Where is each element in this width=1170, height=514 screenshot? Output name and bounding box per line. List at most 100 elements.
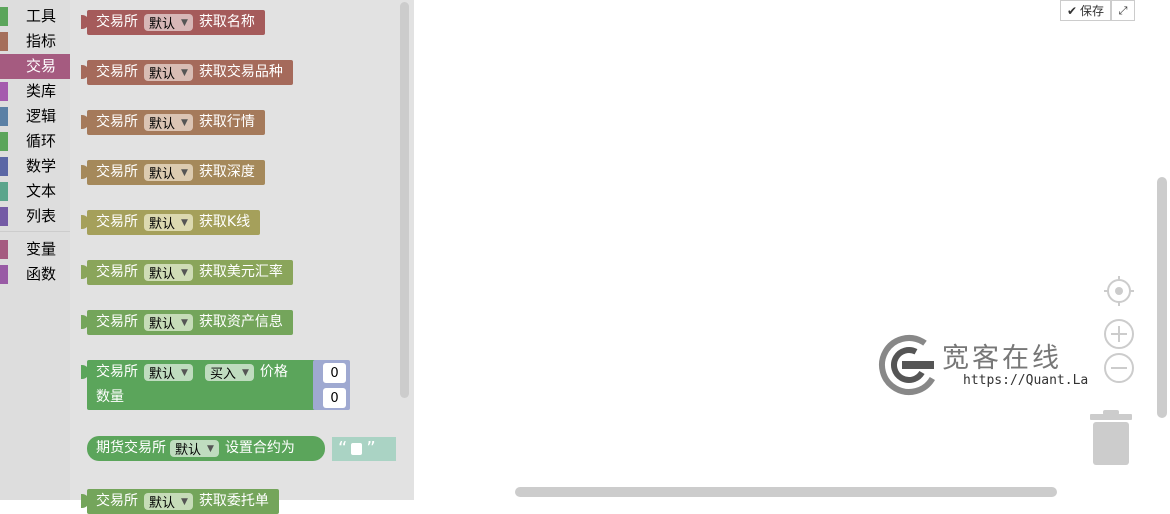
block-label: 交易所 — [96, 114, 138, 130]
block-get-account[interactable]: 交易所 默认 ▼ 获取资产信息 — [81, 310, 293, 335]
logo-url: https://Quant.La — [963, 373, 1089, 388]
category-swatch — [0, 240, 8, 259]
category-swatch — [0, 32, 8, 51]
dropdown-caret-icon: ▼ — [181, 17, 188, 28]
quant-logo-icon — [879, 335, 939, 395]
category-indicators[interactable]: 指标 — [0, 29, 70, 54]
exchange-dropdown[interactable]: 默认 ▼ — [144, 493, 193, 511]
dropdown-value: 默认 — [149, 317, 176, 332]
quantity-input[interactable]: 0 — [323, 388, 346, 408]
block-label: 交易所 — [96, 364, 138, 380]
block-get-kline[interactable]: 交易所 默认 ▼ 获取K线 — [81, 210, 261, 235]
exchange-dropdown[interactable]: 默认 ▼ — [144, 364, 193, 382]
dropdown-value: 默认 — [149, 267, 176, 282]
category-functions[interactable]: 函数 — [0, 262, 70, 287]
category-math[interactable]: 数学 — [0, 154, 70, 179]
block-label: 交易所 — [96, 493, 138, 509]
block-connector — [81, 315, 89, 329]
exchange-dropdown[interactable]: 默认 ▼ — [144, 64, 193, 82]
category-library[interactable]: 类库 — [0, 79, 70, 104]
trash-icon[interactable] — [1089, 409, 1133, 467]
dropdown-value: 默认 — [149, 496, 176, 511]
dropdown-caret-icon: ▼ — [181, 117, 188, 128]
category-loops[interactable]: 循环 — [0, 129, 70, 154]
exchange-dropdown[interactable]: 默认 ▼ — [144, 214, 193, 232]
category-label: 类库 — [26, 82, 57, 100]
dropdown-value: 默认 — [149, 167, 176, 182]
category-trade[interactable]: 交易 — [0, 54, 70, 79]
block-label: 交易所 — [96, 314, 138, 330]
category-swatch — [0, 207, 8, 226]
category-lists[interactable]: 列表 — [0, 204, 70, 229]
block-get-orders[interactable]: 交易所 默认 ▼ 获取委托单 — [81, 489, 279, 514]
dropdown-value: 买入 — [209, 367, 236, 382]
exchange-dropdown[interactable]: 默认 ▼ — [170, 440, 219, 458]
category-label: 交易 — [26, 57, 57, 75]
category-label: 逻辑 — [26, 107, 57, 125]
block-get-ticker[interactable]: 交易所 默认 ▼ 获取行情 — [81, 110, 265, 135]
price-label: 价格 — [259, 364, 288, 380]
dropdown-caret-icon: ▼ — [181, 167, 188, 178]
workspace-canvas[interactable] — [414, 0, 1170, 500]
text-string-block[interactable]: “” — [332, 437, 396, 461]
save-label: 保存 — [1080, 4, 1105, 18]
category-label: 指标 — [26, 32, 57, 50]
dropdown-value: 默认 — [149, 217, 176, 232]
block-get-depth[interactable]: 交易所 默认 ▼ 获取深度 — [81, 160, 265, 185]
flyout-scrollbar[interactable] — [400, 2, 409, 398]
toolbox-separator — [0, 231, 70, 232]
check-icon: ✔ — [1066, 3, 1078, 18]
category-logic[interactable]: 逻辑 — [0, 104, 70, 129]
block-connector — [81, 115, 89, 129]
open-quote-icon: “ — [338, 438, 348, 459]
block-label: 交易所 — [96, 214, 138, 230]
zoom-out-icon[interactable] — [1103, 352, 1135, 384]
category-swatch — [0, 265, 8, 284]
dropdown-value: 默认 — [149, 67, 176, 82]
exchange-dropdown[interactable]: 默认 ▼ — [144, 314, 193, 332]
price-input[interactable]: 0 — [323, 363, 346, 383]
exchange-dropdown[interactable]: 默认 ▼ — [144, 14, 193, 32]
block-label: 交易所 — [96, 164, 138, 180]
block-connector — [81, 215, 89, 229]
block-buy-order[interactable]: 交易所 默认 ▼ 买入 ▼ 价格 数量 — [81, 360, 321, 410]
block-get-usd-rate[interactable]: 交易所 默认 ▼ 获取美元汇率 — [81, 260, 293, 285]
category-label: 函数 — [26, 265, 57, 283]
category-text[interactable]: 文本 — [0, 179, 70, 204]
block-get-name[interactable]: 交易所 默认 ▼ 获取名称 — [81, 10, 265, 35]
side-dropdown[interactable]: 买入 ▼ — [204, 364, 254, 382]
category-label: 数学 — [26, 157, 57, 175]
price-value: 0 — [330, 365, 339, 381]
category-variables[interactable]: 变量 — [0, 237, 70, 262]
quantity-value: 0 — [330, 390, 339, 406]
fullscreen-button[interactable]: ⤢ — [1111, 0, 1135, 21]
block-label: 交易所 — [96, 64, 138, 80]
exchange-dropdown[interactable]: 默认 ▼ — [144, 114, 193, 132]
block-set-contract[interactable]: 期货交易所 默认 ▼ 设置合约为 — [87, 436, 325, 461]
block-get-symbols[interactable]: 交易所 默认 ▼ 获取交易品种 — [81, 60, 293, 85]
recenter-icon[interactable] — [1103, 275, 1135, 307]
category-tools[interactable]: 工具 — [0, 4, 70, 29]
workspace-vertical-scrollbar[interactable] — [1157, 177, 1167, 418]
exchange-dropdown[interactable]: 默认 ▼ — [144, 164, 193, 182]
category-swatch — [0, 132, 8, 151]
dropdown-value: 默认 — [149, 117, 176, 132]
category-label: 循环 — [26, 132, 57, 150]
category-swatch — [0, 107, 8, 126]
block-action: 获取名称 — [198, 14, 255, 30]
block-action: 获取交易品种 — [198, 64, 283, 80]
expand-icon: ⤢ — [1118, 3, 1128, 17]
workspace-horizontal-scrollbar[interactable] — [515, 487, 1057, 497]
category-label: 列表 — [26, 207, 57, 225]
save-button[interactable]: ✔ 保存 — [1060, 0, 1111, 21]
block-connector — [81, 65, 89, 79]
zoom-in-icon[interactable] — [1103, 318, 1135, 350]
block-action: 获取行情 — [198, 114, 255, 130]
exchange-dropdown[interactable]: 默认 ▼ — [144, 264, 193, 282]
block-action: 获取资产信息 — [198, 314, 283, 330]
category-label: 工具 — [26, 7, 57, 25]
text-field[interactable] — [351, 443, 363, 455]
dropdown-caret-icon: ▼ — [207, 443, 214, 454]
category-swatch — [0, 57, 8, 76]
block-action: 设置合约为 — [224, 440, 295, 456]
